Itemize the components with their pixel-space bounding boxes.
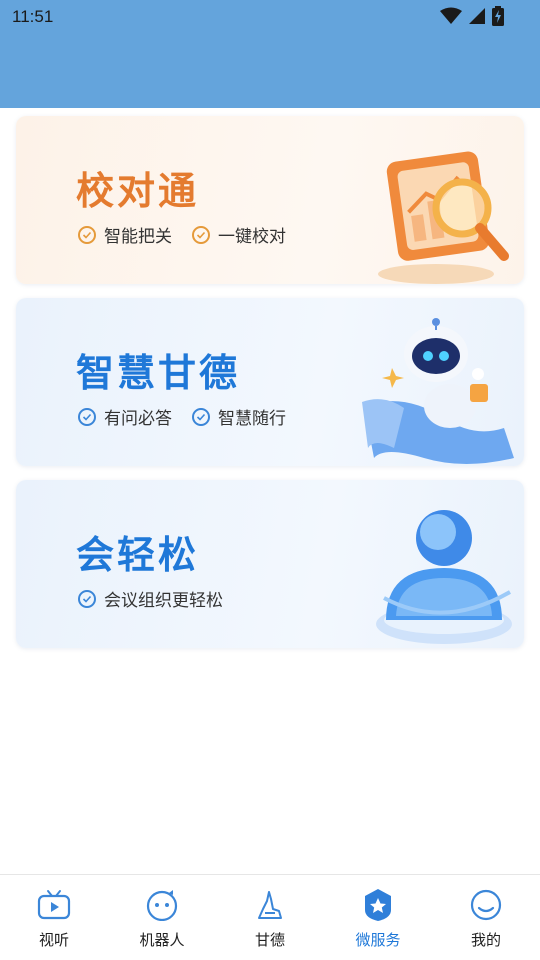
tab-shiting[interactable]: 视听 — [0, 875, 108, 960]
wifi-icon — [440, 7, 462, 24]
service-cards: 校对通 智能把关 一键校对 智慧甘德 有问必答 智慧随行 会轻松 会议组织更轻松 — [16, 116, 524, 662]
feature-item: 智慧随行 — [192, 404, 286, 429]
landmark-icon — [252, 887, 288, 923]
feature-label: 智慧随行 — [218, 409, 286, 429]
feature-item: 会议组织更轻松 — [78, 586, 223, 611]
tab-label: 视听 — [38, 931, 69, 949]
tab-label: 我的 — [470, 931, 501, 949]
feature-label: 有问必答 — [104, 409, 172, 429]
check-circle-icon — [192, 225, 210, 244]
card-title: 会轻松 — [76, 533, 200, 577]
status-time: 11:51 — [12, 7, 54, 26]
person-icon — [376, 510, 512, 644]
magnifier-chart-icon — [378, 151, 509, 284]
feature-list: 有问必答 智慧随行 — [78, 404, 286, 429]
feature-list: 会议组织更轻松 — [78, 586, 223, 611]
feature-item: 有问必答 — [78, 404, 172, 429]
tab-wode[interactable]: 我的 — [432, 875, 540, 960]
feature-label: 一键校对 — [218, 227, 286, 247]
card-jiaoduitong[interactable]: 校对通 智能把关 一键校对 — [16, 116, 524, 284]
tab-label: 微服务 — [355, 931, 401, 949]
status-icons — [440, 6, 504, 26]
feature-label: 智能把关 — [104, 227, 172, 247]
status-bar: 11:51 — [0, 0, 540, 108]
tab-label: 机器人 — [139, 931, 185, 949]
tv-icon — [36, 887, 72, 923]
robot-face-icon — [144, 887, 180, 923]
card-hui-qingsong[interactable]: 会轻松 会议组织更轻松 — [16, 480, 524, 648]
tab-jiqiren[interactable]: 机器人 — [108, 875, 216, 960]
bottom-tab-bar: 视听 机器人 甘德 微服务 我的 — [0, 874, 540, 960]
feature-list: 智能把关 一键校对 — [78, 222, 286, 247]
star-badge-icon — [360, 887, 396, 923]
user-icon — [468, 887, 504, 923]
card-title: 校对通 — [76, 169, 200, 213]
check-circle-icon — [78, 407, 96, 426]
card-title: 智慧甘德 — [76, 351, 241, 395]
tab-weifuwu[interactable]: 微服务 — [324, 875, 432, 960]
battery-icon — [492, 6, 504, 26]
feature-item: 智能把关 — [78, 222, 172, 247]
robot-icon — [362, 318, 514, 464]
tab-label: 甘德 — [254, 931, 285, 949]
card-zhihui-gande[interactable]: 智慧甘德 有问必答 智慧随行 — [16, 298, 524, 466]
tab-gande[interactable]: 甘德 — [216, 875, 324, 960]
feature-label: 会议组织更轻松 — [104, 591, 223, 611]
check-circle-icon — [78, 225, 96, 244]
feature-item: 一键校对 — [192, 222, 286, 247]
check-circle-icon — [192, 407, 210, 426]
signal-icon — [469, 8, 485, 24]
check-circle-icon — [78, 589, 96, 608]
